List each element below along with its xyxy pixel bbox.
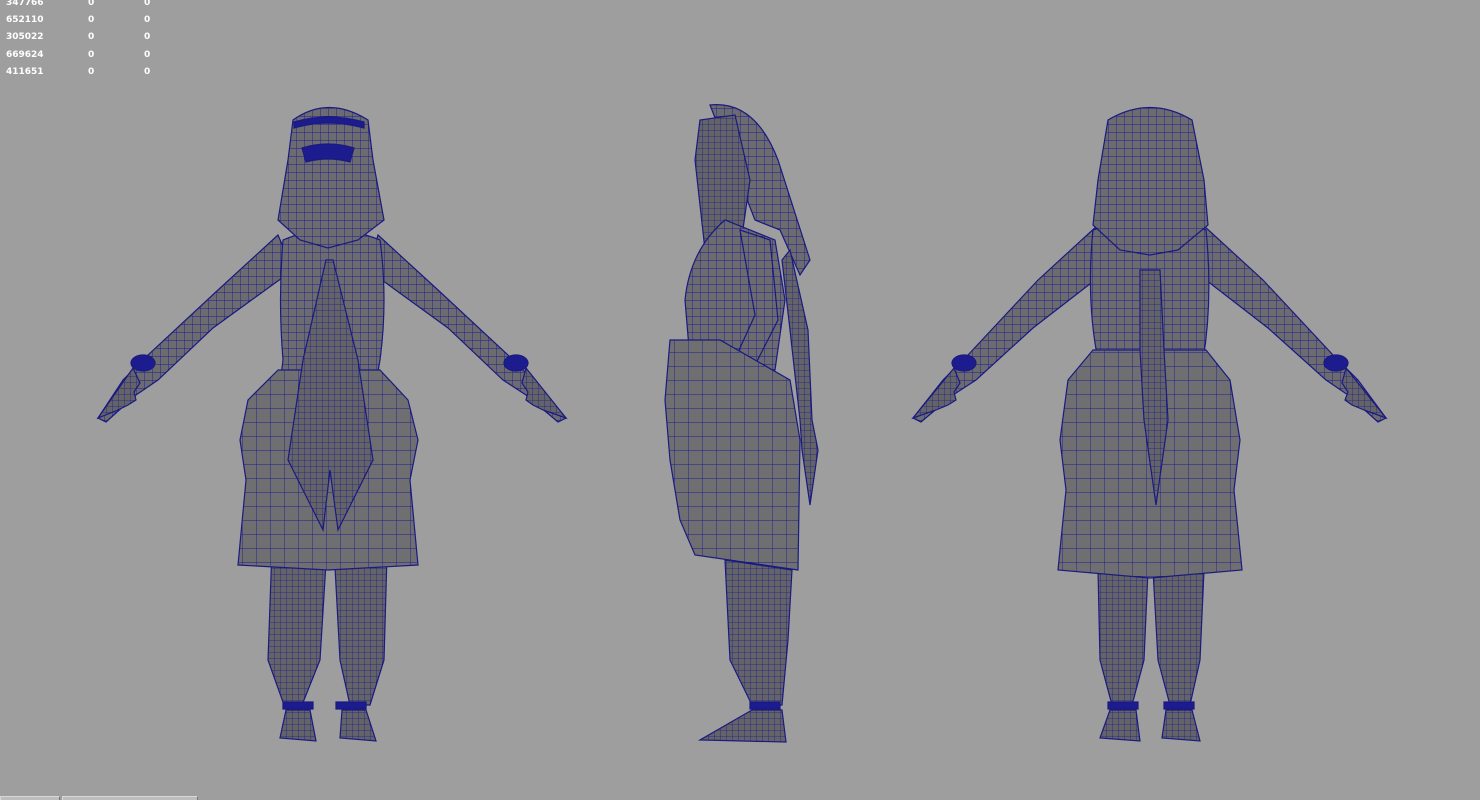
hud-value-b: 0: [144, 32, 151, 43]
hud-value-b: 0: [144, 15, 151, 26]
hud-row: 669624 0 0: [6, 47, 166, 64]
hud-value-b: 0: [144, 66, 151, 77]
hud-value-a: 0: [88, 49, 95, 60]
character-back-view[interactable]: [908, 100, 1393, 750]
heads-up-display: 347766 0 0 652110 0 0 305022 0 0 669624 …: [6, 0, 166, 81]
hud-value-id: 411651: [6, 66, 44, 77]
hud-row: 347766 0 0: [6, 0, 166, 12]
hud-value-b: 0: [144, 0, 151, 8]
hud-row: 411651 0 0: [6, 64, 166, 81]
hud-value-a: 0: [88, 66, 95, 77]
hud-value-a: 0: [88, 32, 95, 43]
character-side-view[interactable]: [660, 100, 830, 750]
hud-value-id: 669624: [6, 49, 44, 60]
hud-value-id: 347766: [6, 0, 44, 8]
bottom-tab-strip: [0, 796, 260, 800]
hud-value-b: 0: [144, 49, 151, 60]
bottom-tab[interactable]: [0, 796, 60, 800]
maya-viewport[interactable]: 347766 0 0 652110 0 0 305022 0 0 669624 …: [0, 0, 1480, 800]
hud-value-a: 0: [88, 0, 95, 8]
hud-value-id: 652110: [6, 15, 44, 26]
bottom-tab[interactable]: [62, 796, 198, 800]
character-front-view[interactable]: [88, 100, 573, 750]
hud-value-a: 0: [88, 15, 95, 26]
hud-row: 652110 0 0: [6, 12, 166, 29]
hud-row: 305022 0 0: [6, 29, 166, 46]
hud-value-id: 305022: [6, 32, 44, 43]
